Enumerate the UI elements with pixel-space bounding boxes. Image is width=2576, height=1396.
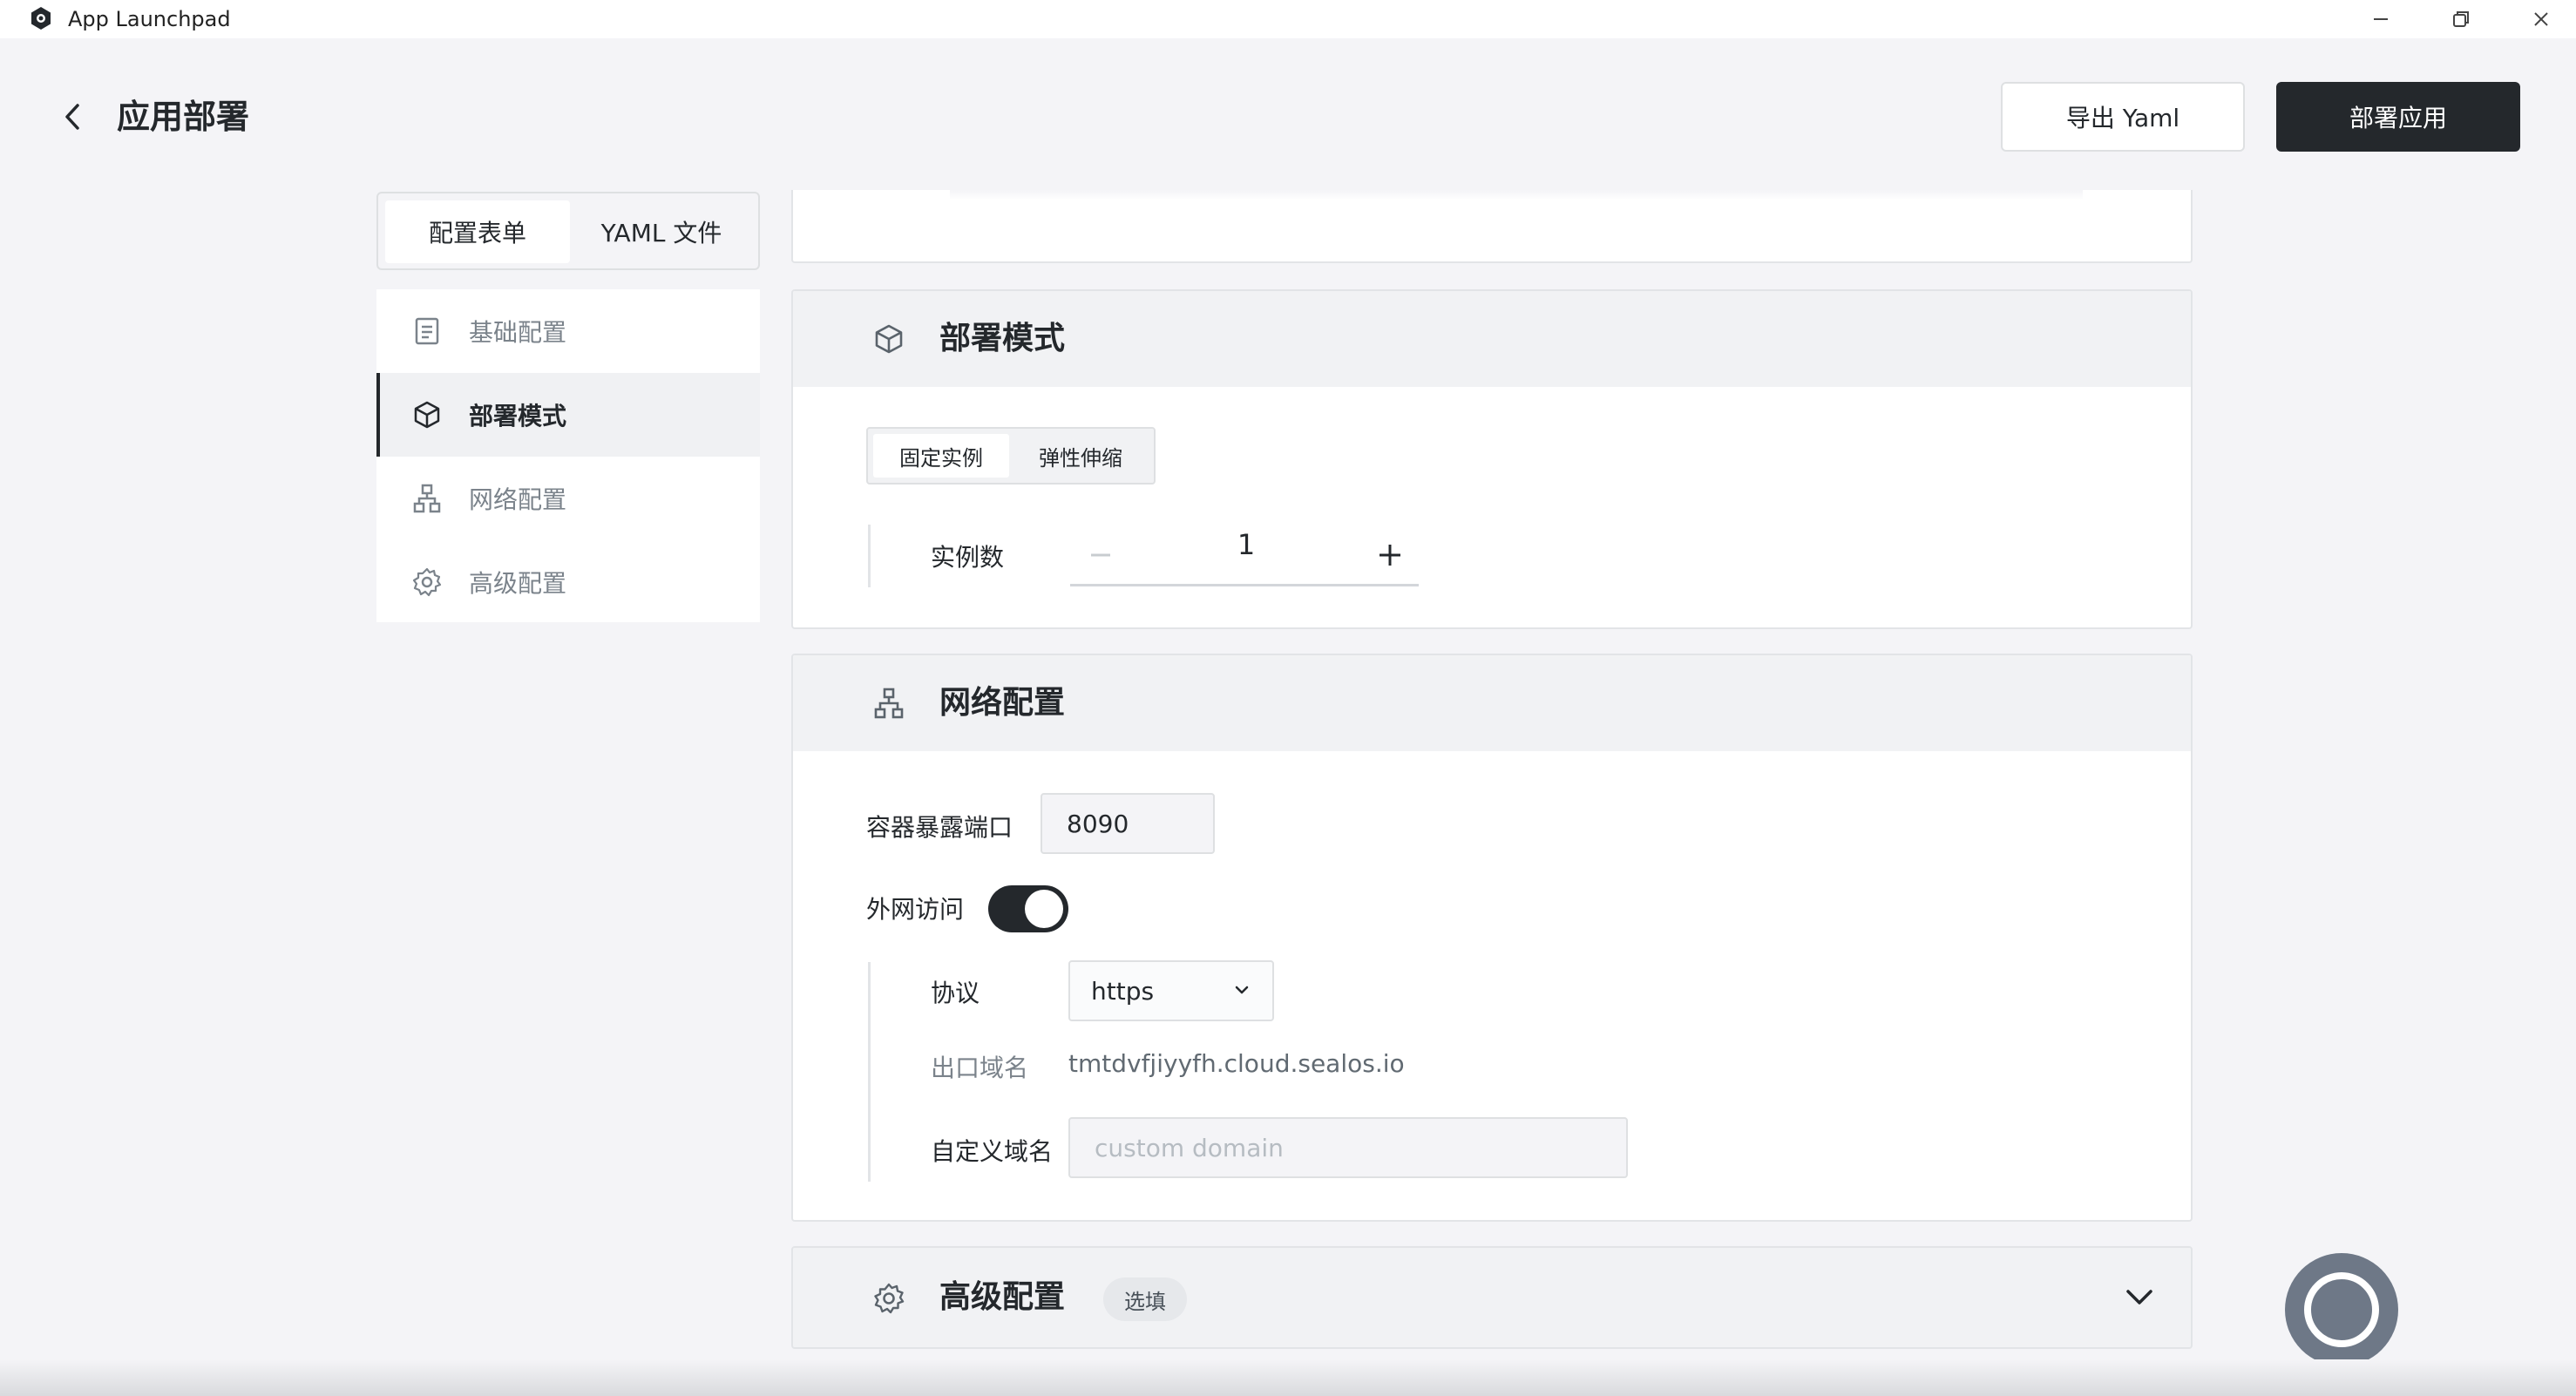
public-access-label: 外网访问 — [866, 895, 965, 924]
advanced-card[interactable]: 高级配置 选填 — [791, 1246, 2193, 1349]
exit-domain-value: tmtdvfjiyyfh.cloud.sealos.io — [1068, 1049, 1405, 1078]
network-header: 网络配置 — [793, 655, 2191, 751]
deploy-app-button[interactable]: 部署应用 — [2276, 82, 2520, 152]
protocol-label: 协议 — [931, 979, 980, 1007]
network-card: 网络配置 容器暴露端口 8090 外网访问 协议 https 出口域名 tmtd… — [791, 654, 2193, 1222]
minimize-icon[interactable] — [2355, 2, 2407, 37]
section-nav: 基础配置 部署模式 网络配置 高级配置 — [376, 289, 760, 622]
nav-item-advanced[interactable]: 高级配置 — [376, 540, 760, 624]
floating-assistant-button[interactable] — [2285, 1253, 2398, 1366]
indent-divider — [868, 525, 871, 587]
bottom-shadow — [0, 1359, 2576, 1396]
network-icon — [413, 484, 441, 513]
window-titlebar — [0, 0, 2576, 38]
exit-domain-label: 出口域名 — [931, 1054, 1029, 1082]
instance-count-label: 实例数 — [931, 543, 1005, 572]
port-input[interactable]: 8090 — [1041, 793, 1215, 854]
public-access-toggle[interactable] — [988, 885, 1068, 932]
stepper-underline — [1070, 584, 1419, 586]
minus-icon — [1091, 553, 1110, 557]
app-logo-icon — [28, 5, 54, 31]
deploy-mode-card: 部署模式 固定实例 弹性伸缩 实例数 1 — [791, 289, 2193, 629]
chevron-down-icon — [2126, 1290, 2152, 1305]
network-title: 网络配置 — [939, 685, 1066, 721]
protocol-select[interactable]: https — [1068, 960, 1274, 1021]
cube-icon — [414, 401, 440, 429]
nav-item-label: 高级配置 — [469, 569, 567, 598]
gear-icon — [412, 567, 442, 597]
decrement-button[interactable] — [1079, 533, 1122, 577]
protocol-value: https — [1091, 976, 1155, 1006]
export-yaml-button[interactable]: 导出 Yaml — [2001, 82, 2245, 152]
tab-yaml-file[interactable]: YAML 文件 — [570, 200, 753, 263]
chevron-down-icon — [1235, 986, 1249, 994]
plus-icon — [1380, 545, 1400, 566]
network-icon — [874, 688, 904, 719]
advanced-title: 高级配置 — [939, 1279, 1066, 1315]
cube-icon — [875, 324, 903, 354]
resource-slider-card — [791, 190, 2193, 263]
increment-button[interactable] — [1368, 533, 1412, 577]
mode-autoscale[interactable]: 弹性伸缩 — [1011, 434, 1150, 478]
restore-icon[interactable] — [2435, 2, 2487, 37]
optional-badge: 选填 — [1103, 1277, 1187, 1321]
custom-domain-label: 自定义域名 — [931, 1137, 1054, 1166]
deploy-mode-header: 部署模式 — [793, 291, 2191, 387]
instance-count-value[interactable]: 1 — [1168, 523, 1325, 566]
back-button[interactable] — [51, 94, 96, 139]
deploy-mode-switch: 固定实例 弹性伸缩 — [866, 427, 1156, 485]
page-title: 应用部署 — [117, 98, 250, 136]
indent-divider — [868, 962, 871, 1182]
mode-fixed-instance[interactable]: 固定实例 — [873, 434, 1009, 478]
window-title: App Launchpad — [68, 7, 231, 31]
nav-item-network[interactable]: 网络配置 — [376, 457, 760, 540]
toggle-knob — [1025, 890, 1063, 928]
nav-item-label: 基础配置 — [469, 318, 567, 347]
document-list-icon — [415, 317, 439, 345]
nav-item-deploy-mode[interactable]: 部署模式 — [376, 373, 760, 457]
gear-icon — [874, 1283, 905, 1314]
config-tabs: 配置表单 YAML 文件 — [376, 192, 760, 270]
custom-domain-input[interactable] — [1068, 1117, 1628, 1178]
advanced-header[interactable]: 高级配置 选填 — [793, 1248, 2191, 1347]
tab-config-form[interactable]: 配置表单 — [385, 200, 570, 263]
nav-item-label: 网络配置 — [469, 485, 567, 514]
deploy-mode-title: 部署模式 — [939, 321, 1066, 356]
slider-tick-strip — [950, 190, 2083, 200]
ring-icon — [2304, 1272, 2379, 1347]
port-label: 容器暴露端口 — [866, 813, 1013, 842]
nav-item-label: 部署模式 — [469, 402, 567, 430]
nav-item-basic[interactable]: 基础配置 — [376, 289, 760, 373]
close-icon[interactable] — [2515, 2, 2567, 37]
chevron-left-icon — [65, 104, 79, 130]
